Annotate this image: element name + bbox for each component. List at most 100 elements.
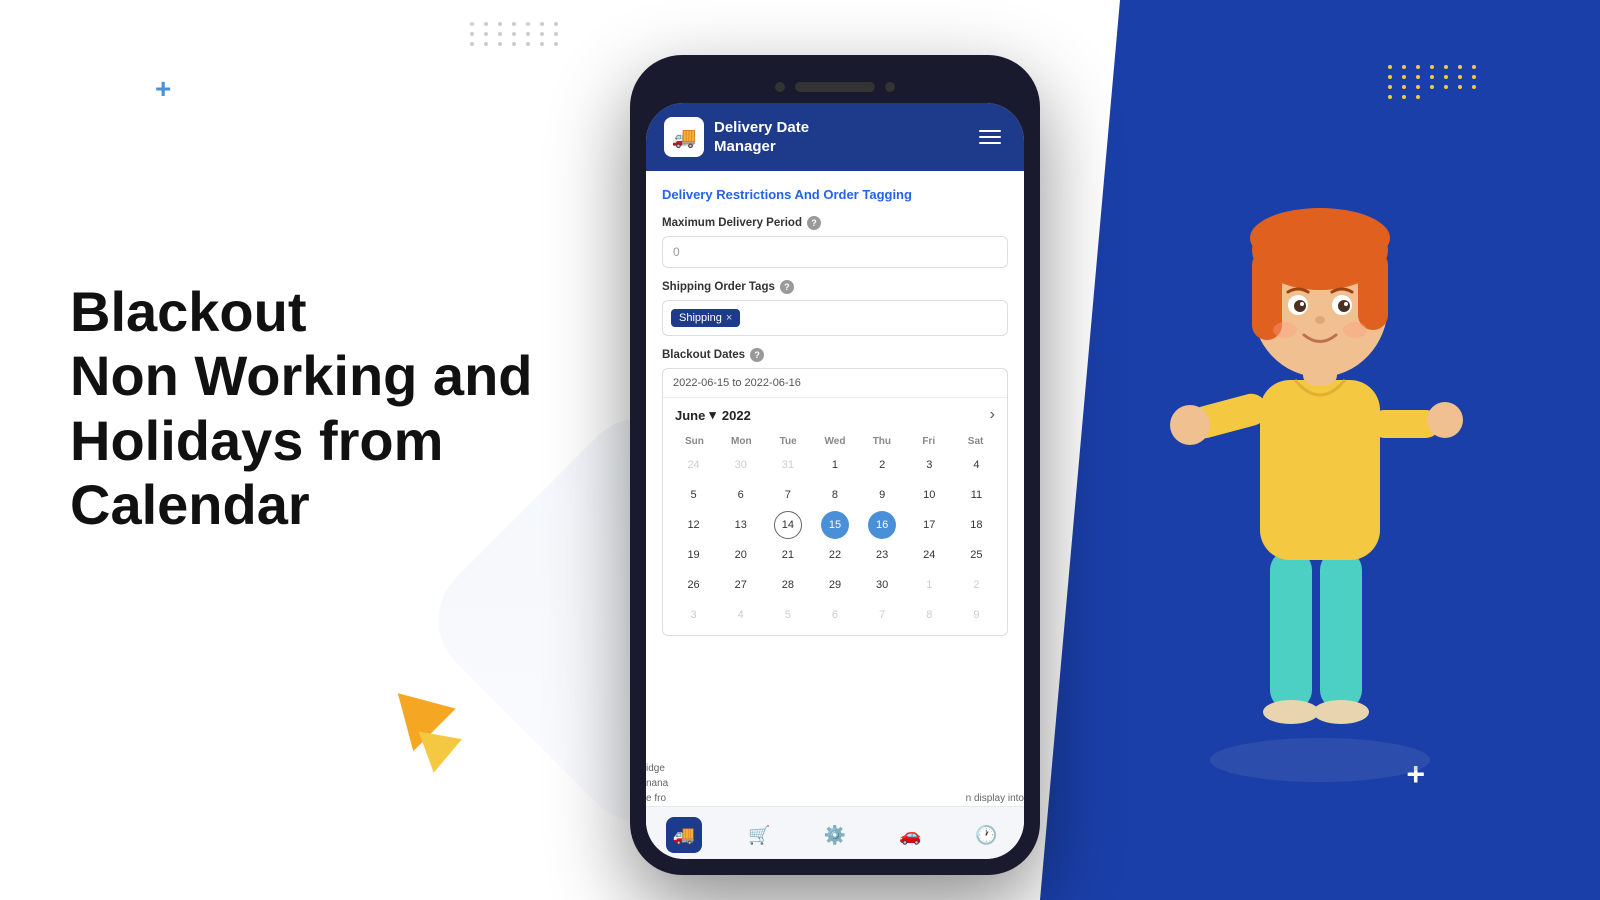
blackout-dates-help-icon[interactable]: ? (750, 348, 764, 362)
calendar-day[interactable]: 29 (821, 571, 849, 599)
calendar-container: 2022-06-15 to 2022-06-16 June ▾ 2022 › S… (662, 368, 1008, 636)
calendar-day[interactable]: 11 (962, 481, 990, 509)
nav-icon-order: 🛒 (741, 817, 777, 853)
calendar-day[interactable]: 23 (868, 541, 896, 569)
calendar-day[interactable]: 3 (680, 601, 708, 629)
partial-widget-text-right: n display into (966, 791, 1024, 806)
nav-item-5[interactable]: 🕐 (968, 817, 1004, 853)
shipping-tag-chip[interactable]: Shipping × (671, 309, 740, 327)
calendar-day[interactable]: 5 (680, 481, 708, 509)
month-label: June (675, 408, 705, 423)
max-delivery-help-icon[interactable]: ? (807, 216, 821, 230)
calendar-day[interactable]: 16 (868, 511, 896, 539)
nav-item-3[interactable]: ⚙️ (817, 817, 853, 853)
calendar-day[interactable]: 24 (915, 541, 943, 569)
calendar-day[interactable]: 14 (774, 511, 802, 539)
calendar-day[interactable]: 7 (774, 481, 802, 509)
month-dropdown-icon: ▾ (709, 407, 716, 423)
calendar-day[interactable]: 5 (774, 601, 802, 629)
calendar-day[interactable]: 24 (680, 451, 708, 479)
calendar-day[interactable]: 9 (962, 601, 990, 629)
calendar-day[interactable]: 6 (727, 481, 755, 509)
tags-input[interactable]: Shipping × (662, 300, 1008, 336)
app-title-line2: Manager (714, 137, 809, 157)
calendar-day[interactable]: 8 (821, 481, 849, 509)
notch-dot-right (885, 82, 895, 92)
calendar-day[interactable]: 21 (774, 541, 802, 569)
calendar-day[interactable]: 19 (680, 541, 708, 569)
calendar-next-button[interactable]: › (990, 406, 995, 424)
app-title: Delivery Date Manager (714, 118, 809, 157)
calendar-day[interactable]: 22 (821, 541, 849, 569)
calendar-day[interactable]: 13 (727, 511, 755, 539)
hamburger-bar1 (979, 130, 1001, 132)
nav-icon-settings: ⚙️ (817, 817, 853, 853)
nav-item-2[interactable]: 🛒 (741, 817, 777, 853)
calendar-days: 2430311234567891011121314151617181920212… (663, 451, 1007, 635)
headline-line1: Blackout (70, 280, 533, 344)
character-illustration (1140, 120, 1500, 800)
dots-decoration-right (1388, 65, 1480, 99)
calendar-day[interactable]: 25 (962, 541, 990, 569)
calendar-day[interactable]: 2 (868, 451, 896, 479)
calendar-day[interactable]: 18 (962, 511, 990, 539)
notch-dot-left (775, 82, 785, 92)
calendar-day[interactable]: 9 (868, 481, 896, 509)
day-header-fri: Fri (905, 432, 952, 451)
max-delivery-input[interactable]: 0 (662, 236, 1008, 268)
app-title-line1: Delivery Date (714, 118, 809, 138)
notch-bar (795, 82, 875, 92)
app-header: 🚚 Delivery Date Manager (646, 103, 1024, 171)
day-header-sat: Sat (952, 432, 999, 451)
calendar-day[interactable]: 12 (680, 511, 708, 539)
dots-decoration-top (470, 22, 562, 46)
calendar-header: June ▾ 2022 › (663, 398, 1007, 432)
calendar-day[interactable]: 26 (680, 571, 708, 599)
character-svg (1140, 120, 1500, 800)
month-selector[interactable]: June ▾ (675, 407, 716, 423)
headline-line3: Holidays from (70, 409, 533, 473)
hamburger-bar2 (979, 136, 1001, 138)
section-title: Delivery Restrictions And Order Tagging (662, 187, 1008, 202)
app-logo-area: 🚚 Delivery Date Manager (664, 117, 809, 157)
calendar-day[interactable]: 4 (727, 601, 755, 629)
shipping-tags-label: Shipping Order Tags ? (662, 280, 1008, 294)
calendar-day[interactable]: 17 (915, 511, 943, 539)
nav-item-4[interactable]: 🚗 (893, 817, 929, 853)
app-content: Delivery Restrictions And Order Tagging … (646, 171, 1024, 806)
calendar-day[interactable]: 10 (915, 481, 943, 509)
calendar-day[interactable]: 7 (868, 601, 896, 629)
calendar-day[interactable]: 30 (868, 571, 896, 599)
day-header-wed: Wed (812, 432, 859, 451)
nav-item-1[interactable]: 🚚 (666, 817, 702, 853)
calendar-day-headers: Sun Mon Tue Wed Thu Fri Sat (663, 432, 1007, 451)
nav-icon-delivery: 🚚 (666, 817, 702, 853)
calendar-day[interactable]: 1 (821, 451, 849, 479)
calendar-day[interactable]: 30 (727, 451, 755, 479)
calendar-day[interactable]: 20 (727, 541, 755, 569)
day-header-tue: Tue (765, 432, 812, 451)
calendar-day[interactable]: 27 (727, 571, 755, 599)
calendar-day[interactable]: 4 (962, 451, 990, 479)
calendar-day[interactable]: 2 (962, 571, 990, 599)
day-header-thu: Thu (858, 432, 905, 451)
tag-remove-icon[interactable]: × (726, 312, 732, 324)
headline-line2: Non Working and (70, 344, 533, 408)
plus-blue-icon: + (155, 75, 171, 103)
date-range-display: 2022-06-15 to 2022-06-16 (663, 369, 1007, 398)
shipping-tags-help-icon[interactable]: ? (780, 280, 794, 294)
headline-line4: Calendar (70, 473, 533, 537)
calendar-day[interactable]: 31 (774, 451, 802, 479)
phone-notch (646, 71, 1024, 103)
hamburger-menu[interactable] (974, 121, 1006, 153)
calendar-day[interactable]: 6 (821, 601, 849, 629)
day-header-mon: Mon (718, 432, 765, 451)
calendar-day[interactable]: 8 (915, 601, 943, 629)
nav-icon-driver: 🚗 (893, 817, 929, 853)
calendar-day[interactable]: 3 (915, 451, 943, 479)
max-delivery-label: Maximum Delivery Period ? (662, 216, 1008, 230)
calendar-day[interactable]: 15 (821, 511, 849, 539)
calendar-day[interactable]: 1 (915, 571, 943, 599)
partial-widget-text: idge nana e fro (646, 761, 668, 806)
calendar-day[interactable]: 28 (774, 571, 802, 599)
